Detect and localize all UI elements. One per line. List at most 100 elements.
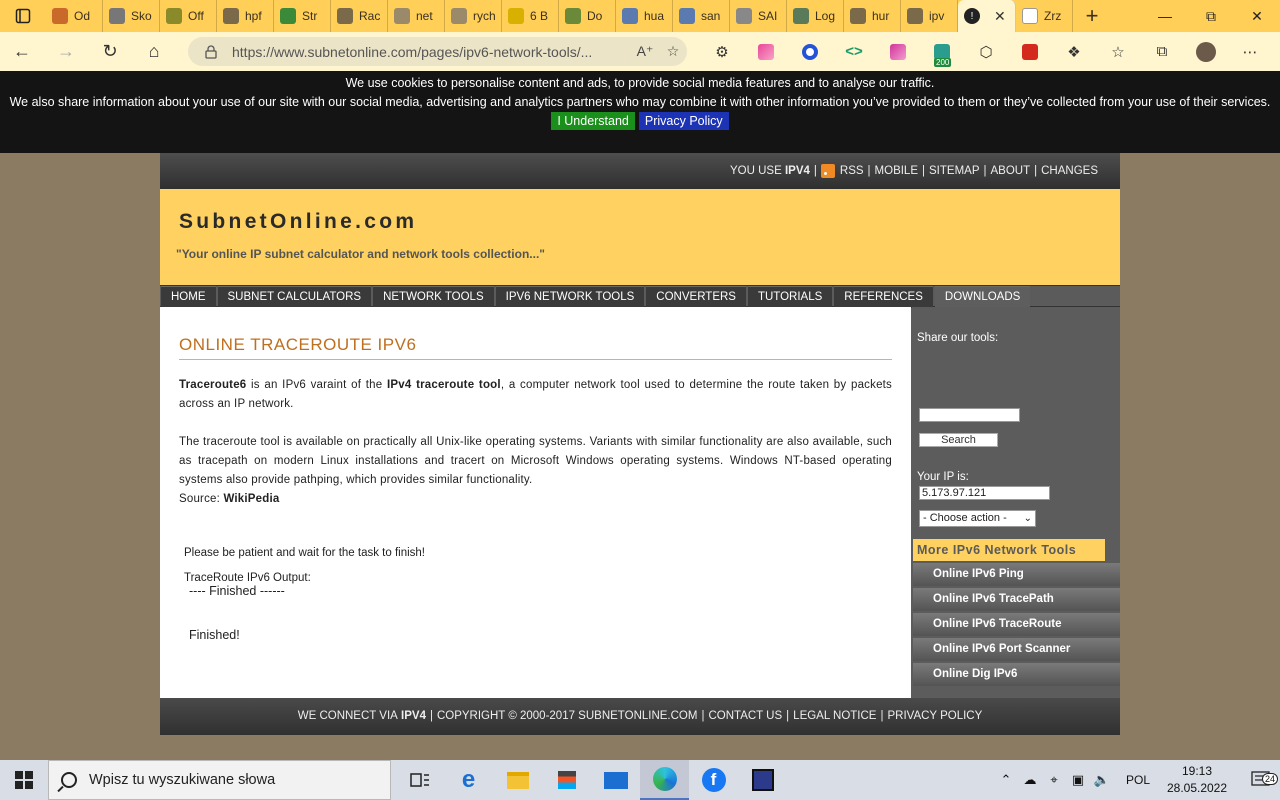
clock-time: 19:13 [1181, 764, 1213, 778]
extension-badge-icon[interactable]: 200 [920, 32, 964, 71]
tab-label: hur [872, 9, 890, 23]
minimize-icon[interactable]: — [1142, 0, 1188, 32]
cloud-icon[interactable]: ☁ [1018, 772, 1042, 788]
mobile-link[interactable]: MOBILE [875, 165, 918, 177]
chevron-up-icon[interactable]: ⌃ [994, 772, 1018, 788]
mail-icon[interactable] [591, 760, 640, 800]
taskbar-search-input[interactable]: Wpisz tu wyszukiwane słowa [48, 760, 391, 800]
menu-home[interactable]: HOME [161, 286, 216, 308]
extension-gradient-icon[interactable] [876, 32, 920, 71]
menu-converters[interactable]: CONVERTERS [646, 286, 746, 308]
menu-downloads[interactable]: DOWNLOADS [934, 286, 1031, 308]
edge-legacy-icon[interactable]: e [444, 760, 493, 800]
browser-tab[interactable]: hua [616, 0, 673, 32]
lock-icon [205, 44, 217, 59]
about-link[interactable]: ABOUT [991, 165, 1031, 177]
tab-label: hua [644, 9, 665, 23]
browser-tab[interactable]: 6 B [502, 0, 559, 32]
browser-tab[interactable]: san [673, 0, 730, 32]
new-tab-button[interactable]: + [1073, 3, 1111, 29]
favorite-add-icon[interactable]: ☆ [659, 43, 687, 60]
browser-tab[interactable]: Rac [331, 0, 388, 32]
more-tool-ipv6-port-scanner[interactable]: Online IPv6 Port Scanner [913, 638, 1120, 661]
rss-link[interactable]: RSS [840, 165, 864, 177]
ip-field[interactable]: 5.173.97.121 [919, 486, 1050, 500]
sitemap-link[interactable]: SITEMAP [929, 165, 979, 177]
refresh-button[interactable]: ↻ [88, 32, 132, 71]
extension-cube-icon[interactable]: ⬡ [964, 32, 1008, 71]
profile-avatar[interactable] [1184, 32, 1228, 71]
browser-tab[interactable]: rych [445, 0, 502, 32]
language-indicator[interactable]: POL [1126, 773, 1150, 787]
more-tool-ipv6-traceroute[interactable]: Online IPv6 TraceRoute [913, 613, 1120, 636]
extension-code-icon[interactable]: <> [832, 32, 876, 71]
more-tool-ipv6-ping[interactable]: Online IPv6 Ping [913, 563, 1120, 586]
footer-legal-link[interactable]: LEGAL NOTICE [793, 710, 876, 722]
menu-ipv6-network-tools[interactable]: IPV6 NETWORK TOOLS [495, 286, 645, 308]
clock[interactable]: 19:13 28.05.2022 [1162, 763, 1232, 797]
floppy-app-icon[interactable] [738, 760, 787, 800]
facebook-icon[interactable]: f [689, 760, 738, 800]
browser-tab[interactable]: hpf [217, 0, 274, 32]
browser-tab[interactable]: SAI [730, 0, 787, 32]
browser-tab[interactable]: Off [160, 0, 217, 32]
tab-actions-button[interactable] [0, 0, 46, 32]
pdf-extension-icon[interactable] [1008, 32, 1052, 71]
ipv4-label: IPV4 [784, 165, 810, 177]
close-window-icon[interactable]: ✕ [1234, 0, 1280, 32]
browser-tab[interactable]: hur [844, 0, 901, 32]
footer-contact-link[interactable]: CONTACT US [708, 710, 782, 722]
forward-button[interactable]: → [44, 32, 88, 71]
browser-tab[interactable]: ipv [901, 0, 958, 32]
menu-tutorials[interactable]: TUTORIALS [747, 286, 833, 308]
extension-pink-icon[interactable] [744, 32, 788, 71]
cookie-privacy-button[interactable]: Privacy Policy [638, 112, 729, 130]
cookie-banner: We use cookies to personalise content an… [0, 71, 1280, 153]
tab-after-active[interactable]: Zrz [1016, 0, 1073, 32]
notification-center-icon[interactable]: 24 [1242, 771, 1280, 789]
cookie-understand-button[interactable]: I Understand [551, 112, 635, 130]
edge-icon[interactable] [640, 760, 689, 800]
restore-icon[interactable]: ⧉ [1188, 0, 1234, 32]
more-tool-ipv6-tracepath[interactable]: Online IPv6 TracePath [913, 588, 1120, 611]
menu-subnet-calculators[interactable]: SUBNET CALCULATORS [217, 286, 372, 308]
favorites-icon[interactable]: ☆ [1096, 32, 1140, 71]
browser-tab[interactable]: Od [46, 0, 103, 32]
tab-close-icon[interactable]: ✕ [994, 8, 1006, 25]
footer-privacy-link[interactable]: PRIVACY POLICY [887, 710, 982, 722]
home-button[interactable]: ⌂ [132, 32, 176, 71]
task-view-icon[interactable] [395, 760, 444, 800]
more-tool-dig-ipv6[interactable]: Online Dig IPv6 [913, 663, 1120, 686]
back-button[interactable]: ← [0, 32, 44, 71]
tab-active[interactable]: ! ✕ [958, 0, 1016, 32]
website: YOU USE IPV4 | RSS | MOBILE | SITEMAP | ABO… [153, 153, 1126, 735]
changes-link[interactable]: CHANGES [1041, 165, 1098, 177]
wikipedia-link[interactable]: WikiPedia [223, 493, 279, 505]
start-button[interactable] [0, 760, 48, 800]
volume-icon[interactable]: 🔈 [1090, 772, 1114, 788]
address-bar[interactable]: https://www.subnetonline.com/pages/ipv6-… [188, 37, 687, 66]
extensions-puzzle-icon[interactable]: ❖ [1052, 32, 1096, 71]
browser-tab[interactable]: Sko [103, 0, 160, 32]
browser-tab[interactable]: net [388, 0, 445, 32]
read-aloud-icon[interactable]: A⁺ [631, 43, 659, 60]
ipv4-traceroute-link[interactable]: IPv4 traceroute tool [387, 379, 501, 391]
extension-blue-circle-icon[interactable] [788, 32, 832, 71]
browser-tab[interactable]: Do [559, 0, 616, 32]
store-icon[interactable] [542, 760, 591, 800]
location-icon[interactable]: ⌖ [1042, 772, 1066, 788]
windows-logo-icon [15, 771, 33, 789]
site-logo[interactable]: SubnetOnline.com [179, 210, 1120, 234]
menu-references[interactable]: REFERENCES [834, 286, 933, 308]
network-icon[interactable]: ▣ [1066, 772, 1090, 788]
menu-network-tools[interactable]: NETWORK TOOLS [373, 286, 494, 308]
choose-action-select[interactable]: - Choose action - ⌄ [919, 510, 1036, 527]
browser-tab[interactable]: Log [787, 0, 844, 32]
collections-icon[interactable]: ⧉ [1140, 32, 1184, 71]
more-menu-icon[interactable]: ⋯ [1228, 32, 1272, 71]
browser-tab[interactable]: Str [274, 0, 331, 32]
search-input[interactable] [919, 408, 1020, 422]
settings-gear-icon[interactable]: ⚙ [700, 32, 744, 71]
search-button[interactable]: Search [919, 433, 998, 447]
file-explorer-icon[interactable] [493, 760, 542, 800]
